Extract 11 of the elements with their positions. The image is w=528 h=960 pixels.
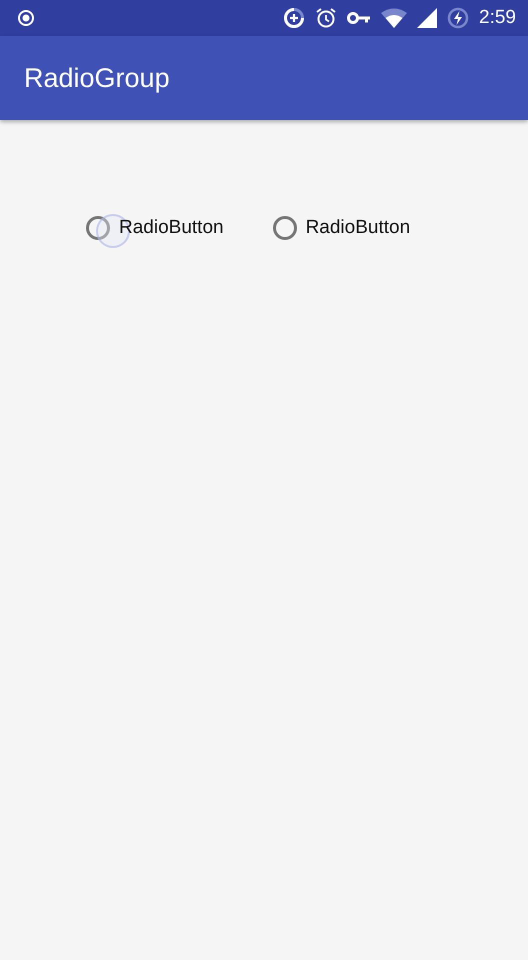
alarm-icon [315, 7, 338, 29]
data-saver-icon [283, 7, 306, 29]
status-time: 2:59 [479, 7, 516, 29]
key-icon [347, 11, 372, 25]
wifi-icon [381, 8, 408, 28]
record-icon [17, 9, 35, 27]
battery-charging-icon [447, 7, 470, 29]
radio-button[interactable]: RadioButton [86, 210, 224, 246]
app-title: RadioGroup [24, 62, 170, 94]
signal-icon [417, 8, 438, 28]
radio-button[interactable]: RadioButton [272, 210, 410, 246]
